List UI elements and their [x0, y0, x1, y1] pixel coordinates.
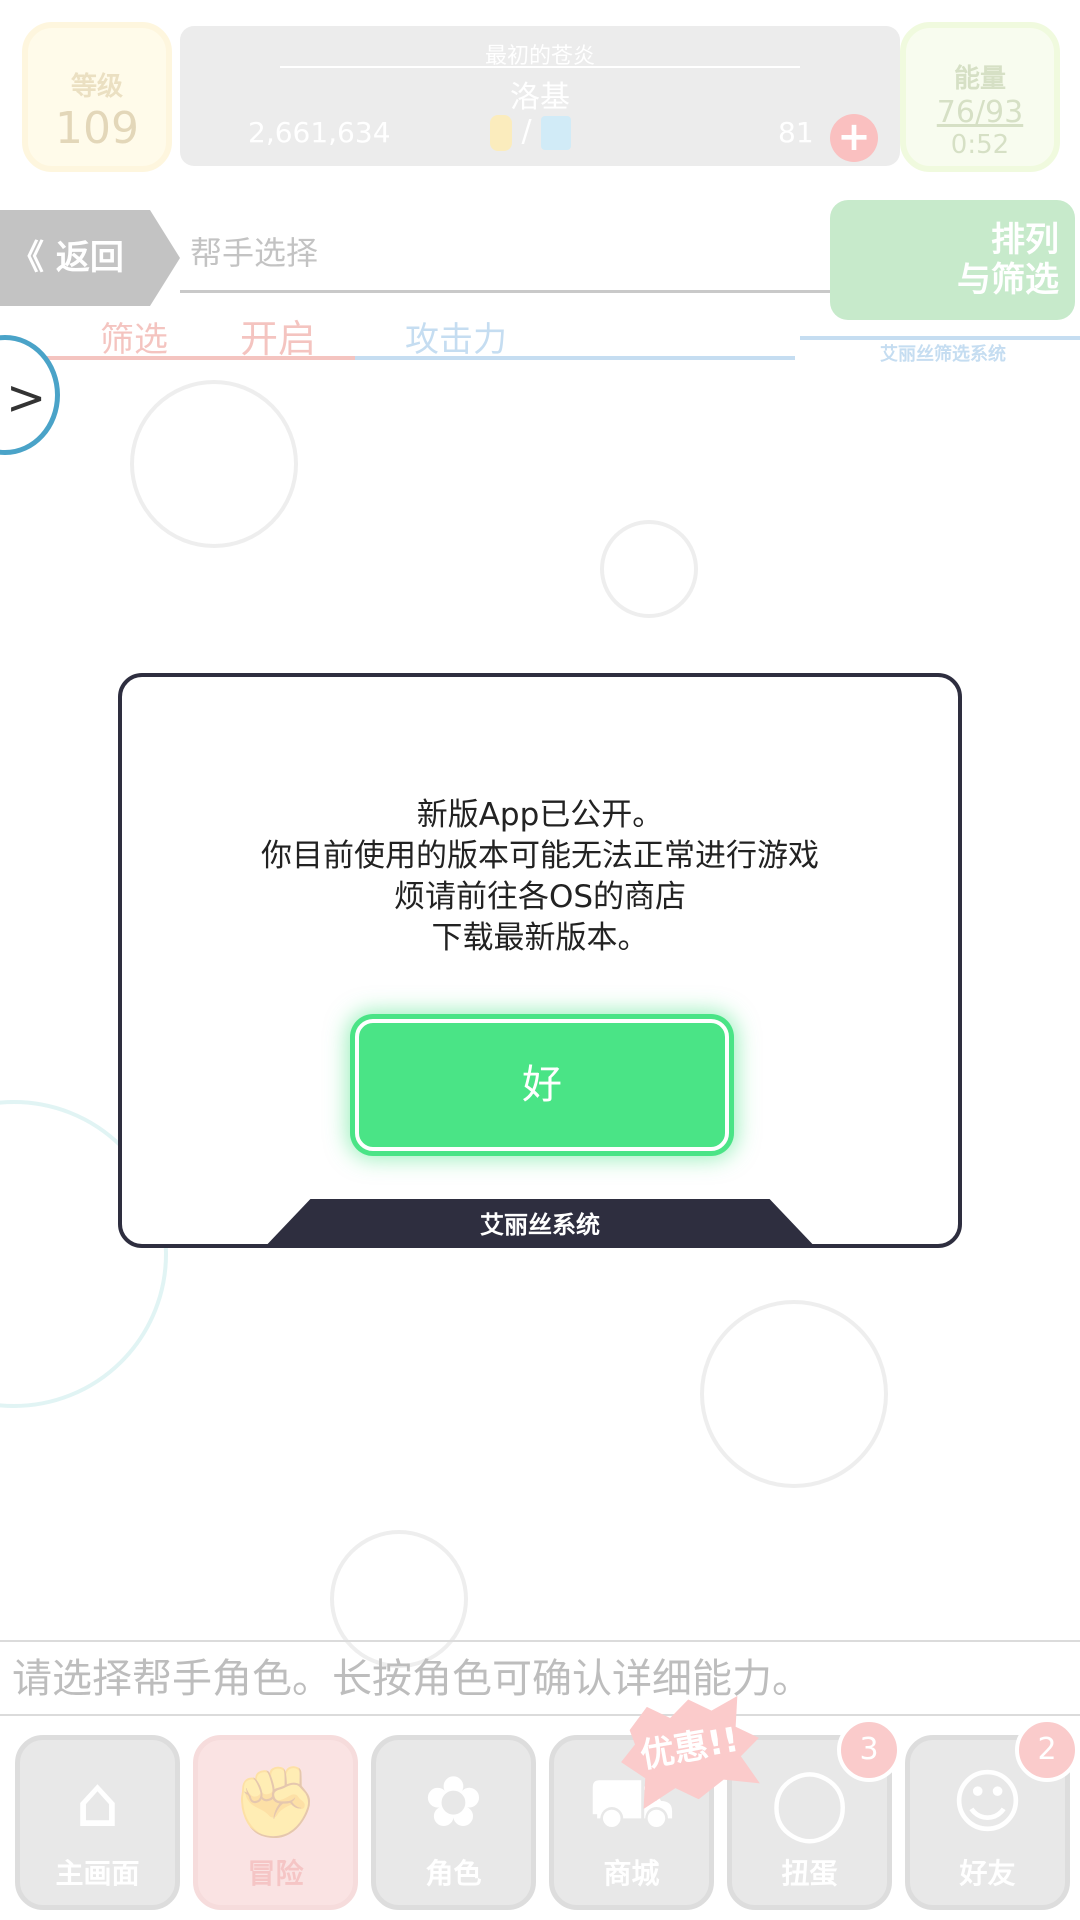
- bottom-nav: ⌂ 主画面 ✊ 冒险 ✿ 角色 ⛟ 商城 ◯ 扭蛋 3 ☺ 好友 2: [0, 1718, 1080, 1920]
- currency-separator: /: [521, 114, 532, 149]
- divider: [180, 290, 840, 293]
- divider: [40, 356, 355, 360]
- sort-label-line1: 排列: [991, 220, 1059, 260]
- energy-panel: 能量 76/93 0:52: [900, 22, 1060, 172]
- plus-icon: +: [837, 114, 871, 160]
- chevron-right-icon: >: [6, 370, 47, 426]
- dialog-footer-label: 艾丽丝系统: [260, 1199, 820, 1244]
- divider: [280, 66, 800, 68]
- back-button[interactable]: 《 返回: [0, 210, 180, 306]
- message-line: 烦请前往各OS的商店: [393, 879, 687, 915]
- sort-subtitle: 艾丽丝筛选系统: [880, 344, 1006, 365]
- stone-icon: [541, 115, 572, 150]
- notification-badge: 3: [837, 1718, 901, 1782]
- divider: [355, 356, 795, 360]
- energy-label: 能量: [953, 64, 1006, 94]
- level-label: 等级: [70, 72, 123, 102]
- add-stone-button[interactable]: +: [830, 114, 878, 162]
- handshake-icon: ✊: [231, 1761, 320, 1843]
- nav-characters[interactable]: ✿ 角色: [371, 1735, 536, 1910]
- player-info: 最初的苍炎 洛基 2,661,634 / 81 +: [180, 26, 900, 166]
- coin-icon: [490, 114, 512, 151]
- message-line: 新版App已公开。: [416, 797, 664, 833]
- decorative-ring: [600, 520, 698, 618]
- filter-state: 开启: [240, 317, 317, 361]
- decorative-ring: [700, 1300, 888, 1488]
- home-icon: ⌂: [75, 1761, 120, 1843]
- energy-timer: 0:52: [950, 130, 1010, 160]
- player-name: 洛基: [510, 80, 570, 115]
- money-amount: 2,661,634: [248, 116, 391, 149]
- divider: [800, 336, 1080, 340]
- update-dialog: 新版App已公开。 你目前使用的版本可能无法正常进行游戏 烦请前往各OS的商店 …: [118, 673, 962, 1248]
- filter-tab[interactable]: 筛选: [100, 312, 168, 361]
- energy-value: 76/93: [936, 95, 1024, 130]
- nav-friends[interactable]: ☺ 好友 2: [905, 1718, 1079, 1910]
- stone-count: 81: [778, 116, 814, 149]
- notification-badge: 2: [1015, 1718, 1079, 1782]
- rabbit-icon: ✿: [424, 1761, 483, 1843]
- sort-label-line2: 与筛选: [957, 260, 1059, 300]
- decorative-ring: [130, 380, 298, 548]
- level-panel: 等级 109: [22, 22, 172, 172]
- hint-bar: 请选择帮手角色。长按角色可确认详细能力。: [0, 1640, 1080, 1716]
- ok-button[interactable]: 好: [355, 1019, 729, 1151]
- dialog-message: 新版App已公开。 你目前使用的版本可能无法正常进行游戏 烦请前往各OS的商店 …: [122, 795, 958, 959]
- level-value: 109: [55, 103, 139, 154]
- nav-label: 商城: [603, 1857, 660, 1890]
- message-line: 下载最新版本。: [431, 920, 649, 956]
- nav-label: 主画面: [55, 1857, 140, 1890]
- nav-home[interactable]: ⌂ 主画面: [15, 1735, 180, 1910]
- nav-adventure[interactable]: ✊ 冒险: [193, 1735, 358, 1910]
- nav-label: 扭蛋: [781, 1857, 838, 1890]
- sort-key-tab[interactable]: 攻击力: [405, 312, 507, 361]
- nav-label: 角色: [425, 1857, 482, 1890]
- nav-label: 冒险: [247, 1857, 304, 1890]
- nav-gacha[interactable]: ◯ 扭蛋 3: [727, 1718, 901, 1910]
- sort-filter-button[interactable]: 排列 与筛选: [830, 200, 1075, 320]
- currency-icons: /: [490, 114, 572, 151]
- nav-label: 好友: [959, 1857, 1016, 1890]
- page-title: 帮手选择: [190, 234, 319, 272]
- message-line: 你目前使用的版本可能无法正常进行游戏: [261, 838, 819, 874]
- status-bar: 等级 109 最初的苍炎 洛基 2,661,634 / 81 + 能量 76/9…: [0, 0, 1080, 190]
